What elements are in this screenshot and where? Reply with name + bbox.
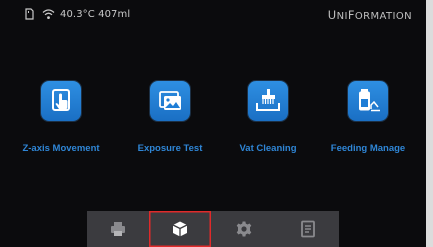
app-label: Feeding Manage	[330, 143, 406, 154]
resin-bottle-icon	[359, 89, 380, 112]
cube-tools-icon	[172, 221, 188, 237]
vat-cleaning-tile[interactable]	[248, 81, 288, 121]
nav-print-button[interactable]	[87, 211, 149, 247]
wifi-icon	[42, 9, 55, 19]
nav-tools-button[interactable]	[149, 211, 211, 247]
status-bar: 40.3°C 407ml UNIFORMATION	[0, 0, 426, 34]
image-stack-icon	[159, 91, 181, 110]
app-feeding-manage[interactable]: Feeding Manage	[309, 81, 426, 154]
vat-brush-icon	[256, 89, 280, 111]
touch-hand-icon	[52, 89, 70, 111]
printer-icon	[111, 222, 125, 236]
brand-logo: UNIFORMATION	[327, 8, 412, 22]
app-z-axis-movement[interactable]: Z-axis Movement	[2, 81, 120, 154]
gear-icon	[236, 221, 252, 237]
sd-card-icon	[25, 8, 34, 20]
info-doc-icon	[301, 220, 315, 238]
bottom-nav	[87, 211, 339, 247]
exposure-test-tile[interactable]	[150, 81, 190, 121]
feeding-manage-tile[interactable]	[348, 81, 388, 121]
app-label: Z-axis Movement	[22, 143, 100, 154]
nav-settings-button[interactable]	[213, 211, 275, 247]
printer-screen: 40.3°C 407ml UNIFORMATION Z-axis Movemen…	[0, 0, 426, 247]
z-axis-movement-tile[interactable]	[41, 81, 81, 121]
temperature-volume-readout: 40.3°C 407ml	[60, 9, 131, 20]
nav-info-button[interactable]	[277, 211, 339, 247]
